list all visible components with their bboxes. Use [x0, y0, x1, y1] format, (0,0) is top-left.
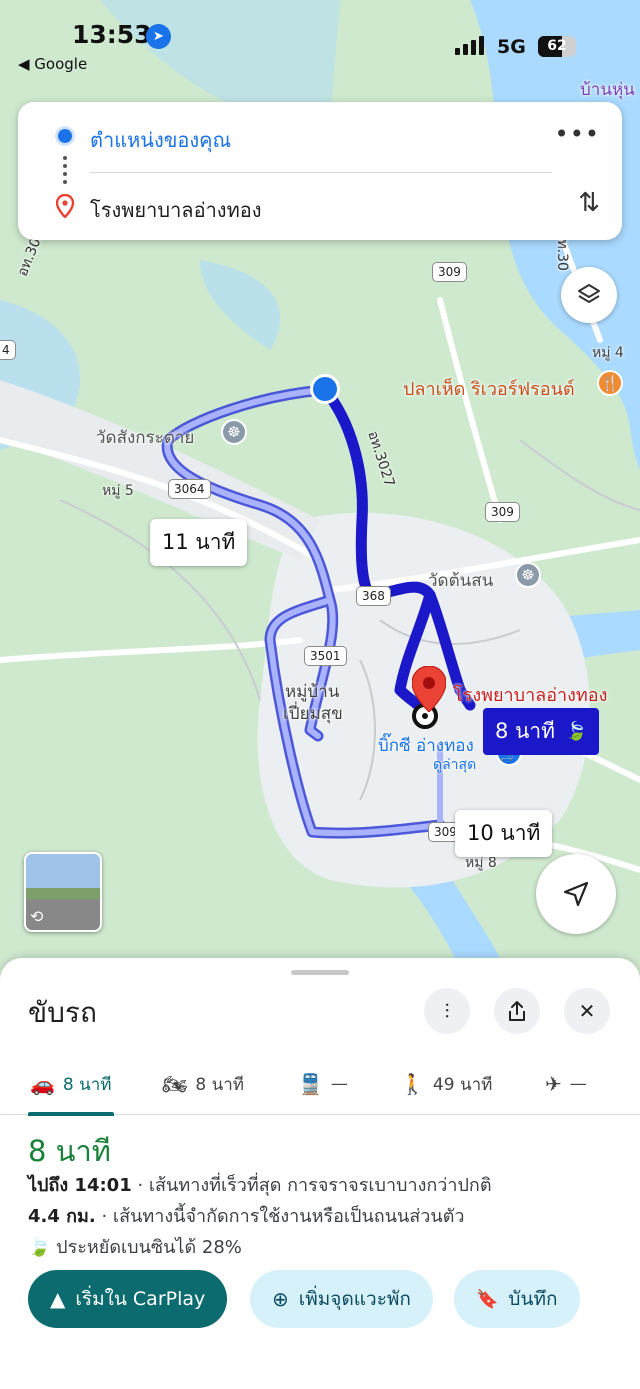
tab-walk[interactable]: 🚶 49 นาที: [400, 1053, 492, 1115]
airplane-icon: ✈: [545, 1072, 562, 1096]
tab-flight[interactable]: ✈ —: [545, 1053, 587, 1115]
tab-drive-label: 8 นาที: [62, 1074, 112, 1095]
route-shield: 368: [356, 586, 391, 606]
map-label-moo4: หมู่ 4: [592, 345, 624, 361]
train-icon: 🚆: [298, 1072, 323, 1096]
route-options-button[interactable]: ⫶: [424, 988, 470, 1034]
route-card: ตำแหน่งของคุณ โรงพยาบาลอ่างทอง ••• ⇅: [18, 102, 622, 240]
back-to-app-link[interactable]: ◀ Google: [18, 55, 87, 73]
battery-icon: 62: [538, 36, 576, 57]
rotate-360-icon: ⟲: [30, 907, 44, 926]
layers-icon: [578, 284, 600, 303]
route-time-chip-primary[interactable]: 8 นาที 🍃: [483, 708, 600, 755]
eco-leaf-icon: 🍃: [565, 721, 588, 742]
sheet-handle[interactable]: [291, 970, 349, 975]
street-view-thumbnail[interactable]: ⟲: [24, 852, 102, 932]
more-options-icon[interactable]: •••: [555, 120, 600, 148]
route-connector: [63, 156, 67, 184]
temple-icon[interactable]: ☸: [221, 419, 247, 445]
map-label-ban-pia-suk-2: เปี่ยมสุข: [283, 704, 343, 724]
add-stop-label: เพิ่มจุดแวะพัก: [298, 1288, 411, 1310]
origin-field[interactable]: ตำแหน่งของคุณ: [90, 124, 231, 156]
close-button[interactable]: ✕: [564, 988, 610, 1034]
tab-flight-label: —: [569, 1074, 587, 1094]
location-arrow-icon: ➤: [146, 24, 171, 49]
start-carplay-label: เริ่มใน CarPlay: [75, 1288, 206, 1310]
swap-route-icon[interactable]: ⇅: [578, 188, 600, 218]
status-bar: 13:53 ➤ ◀ Google 5G 62: [0, 0, 640, 80]
map-label-ban-hun: บ้านหุ่น: [580, 80, 635, 100]
route-time-primary-label: 8 นาที: [495, 719, 556, 743]
restaurant-icon[interactable]: 🍴: [597, 370, 623, 396]
start-carplay-button[interactable]: ▲ เริ่มใน CarPlay: [28, 1270, 228, 1328]
add-location-icon: ⊕: [272, 1287, 289, 1311]
route-divider: [90, 172, 552, 173]
navigation-arrow-icon: ▲: [50, 1287, 66, 1311]
battery-level: 62: [547, 38, 567, 54]
temple-icon[interactable]: ☸: [515, 562, 541, 588]
arrival-time: ไปถึง 14:01: [28, 1175, 132, 1196]
map-label-dulasud: ดูล่าสุด: [433, 757, 477, 773]
origin-dot-icon: [58, 129, 72, 143]
motorcycle-icon: 🏍: [162, 1072, 188, 1096]
route-shield: 3501: [304, 646, 347, 666]
distance-line: 4.4 กม. · เส้นทางนี้จำกัดการใช้งานหรือเป…: [28, 1201, 465, 1230]
fuel-saving: ประหยัดเบนซินได้ 28%: [56, 1237, 242, 1258]
travel-mode-title: ขับรถ: [28, 996, 97, 1029]
add-stop-button[interactable]: ⊕ เพิ่มจุดแวะพัก: [250, 1270, 433, 1328]
signal-bars-icon: [455, 36, 484, 55]
close-icon: ✕: [578, 999, 596, 1023]
route-shield: 309: [432, 262, 467, 282]
map-label-wat-ton-son[interactable]: วัดต้นสน: [428, 567, 493, 594]
layers-button[interactable]: [561, 267, 617, 323]
share-button[interactable]: [494, 988, 540, 1034]
tab-transit[interactable]: 🚆 —: [298, 1053, 348, 1115]
route-duration: 8 นาที: [28, 1134, 111, 1168]
route-time-chip-alt1[interactable]: 11 นาที: [150, 519, 248, 566]
fuel-line: 🍃 ประหยัดเบนซินได้ 28%: [28, 1232, 242, 1261]
map-label-hospital[interactable]: โรงพยาบาลอ่างทอง: [453, 680, 607, 709]
walk-icon: 🚶: [400, 1072, 425, 1096]
map-label-wat-sang-krachai[interactable]: วัดสังกระต่าย: [96, 424, 194, 451]
destination-pin-icon[interactable]: [412, 666, 446, 712]
directions-sheet: ขับรถ ⫶ ✕ 🚗 8 นาที 🏍 8 นาที 🚆 — 🚶 49 นาท…: [0, 958, 640, 1389]
map-label-moo5: หมู่ 5: [102, 483, 134, 499]
route-shield: 3064: [168, 479, 211, 499]
route-time-chip-alt2[interactable]: 10 นาที: [455, 810, 553, 857]
navigation-arrow-icon: [563, 881, 589, 907]
route-shield: 309: [485, 502, 520, 522]
arrival-line: ไปถึง 14:01 · เส้นทางที่เร็วที่สุด การจร…: [28, 1170, 492, 1199]
tab-walk-label: 49 นาที: [432, 1074, 493, 1095]
distance-value: 4.4 กม.: [28, 1206, 96, 1227]
route-shield: 4: [0, 340, 16, 360]
destination-field[interactable]: โรงพยาบาลอ่างทอง: [90, 194, 262, 226]
sliders-icon: ⫶: [444, 999, 450, 1023]
destination-marker-icon: [56, 194, 74, 218]
network-type: 5G: [497, 36, 526, 58]
share-icon: [509, 1001, 525, 1021]
tab-drive[interactable]: 🚗 8 นาที: [28, 1053, 114, 1116]
save-label: บันทึก: [508, 1288, 558, 1310]
save-button[interactable]: 🔖 บันทึก: [454, 1270, 580, 1328]
map-label-pla-hed[interactable]: ปลาเห็ด ริเวอร์ฟรอนต์: [403, 374, 575, 403]
arrival-detail: · เส้นทางที่เร็วที่สุด การจราจรเบาบางกว่…: [131, 1175, 492, 1196]
eco-leaf-icon: 🍃: [28, 1237, 51, 1258]
status-time: 13:53: [72, 20, 152, 49]
distance-detail: · เส้นทางนี้จำกัดการใช้งานหรือเป็นถนนส่ว…: [95, 1206, 465, 1227]
travel-mode-tabs: 🚗 8 นาที 🏍 8 นาที 🚆 — 🚶 49 นาที ✈ —: [0, 1053, 640, 1116]
recenter-button[interactable]: [536, 854, 616, 934]
tab-motorcycle[interactable]: 🏍 8 นาที: [162, 1053, 244, 1115]
bookmark-icon: 🔖: [476, 1288, 499, 1310]
tab-motorcycle-label: 8 นาที: [195, 1074, 244, 1095]
car-icon: 🚗: [30, 1072, 55, 1096]
tab-transit-label: —: [330, 1074, 348, 1094]
active-tab-indicator: [28, 1112, 114, 1116]
